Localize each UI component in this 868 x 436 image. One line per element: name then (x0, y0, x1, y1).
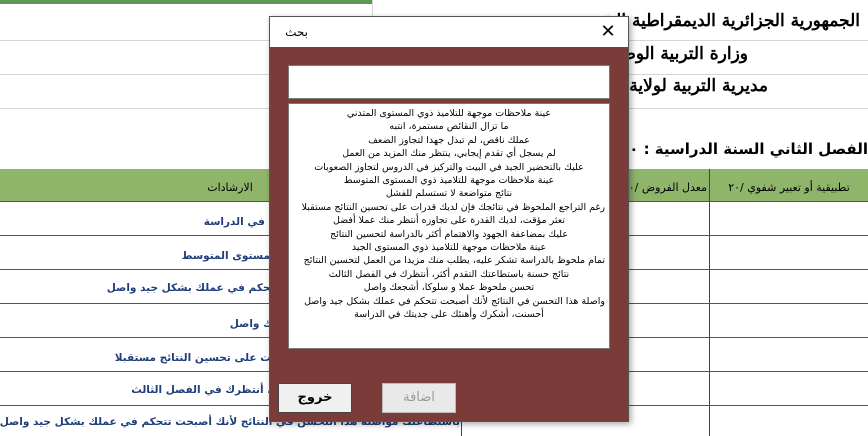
list-item[interactable]: عليك بمضاعفة الجهود والاهتمام أكثر بالدر… (289, 228, 609, 241)
advice-listbox[interactable]: عينة ملاحظات موجهة للتلاميذ ذوي المستوى … (288, 103, 610, 349)
semester-title: الفصل الثاني السنة الدراسية : ٢٠٢٠- (596, 140, 868, 158)
list-item[interactable]: عينة ملاحظات موجهة للتلاميذ ذوي المستوى … (289, 107, 609, 120)
search-input[interactable] (288, 65, 610, 99)
list-item[interactable]: لم يسجل أي تقدم إيجابي، ينتظر منك المزيد… (289, 147, 609, 160)
sheet-top-bar (0, 0, 372, 4)
list-item[interactable]: واصلة هذا التحسن في النتائج لأنك أصبحت ت… (289, 295, 609, 308)
list-item[interactable]: عينة ملاحظات موجهة للتلاميذ ذوي المستوى … (289, 241, 609, 254)
exit-button[interactable]: خروج (278, 383, 352, 413)
list-item[interactable]: ما تزال النقائص مستمرة، انتبه (289, 120, 609, 133)
list-item[interactable]: نتائج متواضعة لا تستسلم للفشل (289, 187, 609, 200)
close-icon[interactable]: ✕ (594, 20, 622, 44)
list-item[interactable]: رغم التراجع الملحوظ في نتائجك فإن لديك ق… (289, 201, 609, 214)
dialog-title: بحث (285, 25, 308, 39)
list-item[interactable]: تحسن ملحوظ عملا و سلوكا، أشجعك واصل (289, 281, 609, 294)
dialog-titlebar: بحث ✕ (270, 17, 628, 47)
search-dialog: بحث ✕ عينة ملاحظات موجهة للتلاميذ ذوي ال… (269, 16, 629, 422)
list-item[interactable]: عينة ملاحظات موجهة للتلاميذ ذوي المستوى … (289, 174, 609, 187)
list-item[interactable]: عليك بالتحضير الجيد في البيت والتركيز في… (289, 161, 609, 174)
column-header-assessments: معدل الفروض /٢٠ (627, 181, 707, 194)
add-button[interactable]: اضافة (382, 383, 456, 413)
list-item[interactable]: عملك ناقص، لم تبذل جهدا لتجاوز الضعف (289, 134, 609, 147)
list-item[interactable]: تعثر مؤقت، لديك القدرة على تجاوزه أنتظر … (289, 214, 609, 227)
column-header-oral: تطبيقية أو تعبير شفوي /٢٠ (728, 181, 850, 194)
list-item[interactable]: أحسنت، أشكرك وأهنئك على جديتك في الدراسة (289, 308, 609, 321)
list-item[interactable]: نتائج حسنة باستطاعتك التقدم أكثر، أنتظرك… (289, 268, 609, 281)
list-item[interactable]: تمام ملحوظ بالدراسة تشكر عليه، يطلب منك … (289, 254, 609, 267)
